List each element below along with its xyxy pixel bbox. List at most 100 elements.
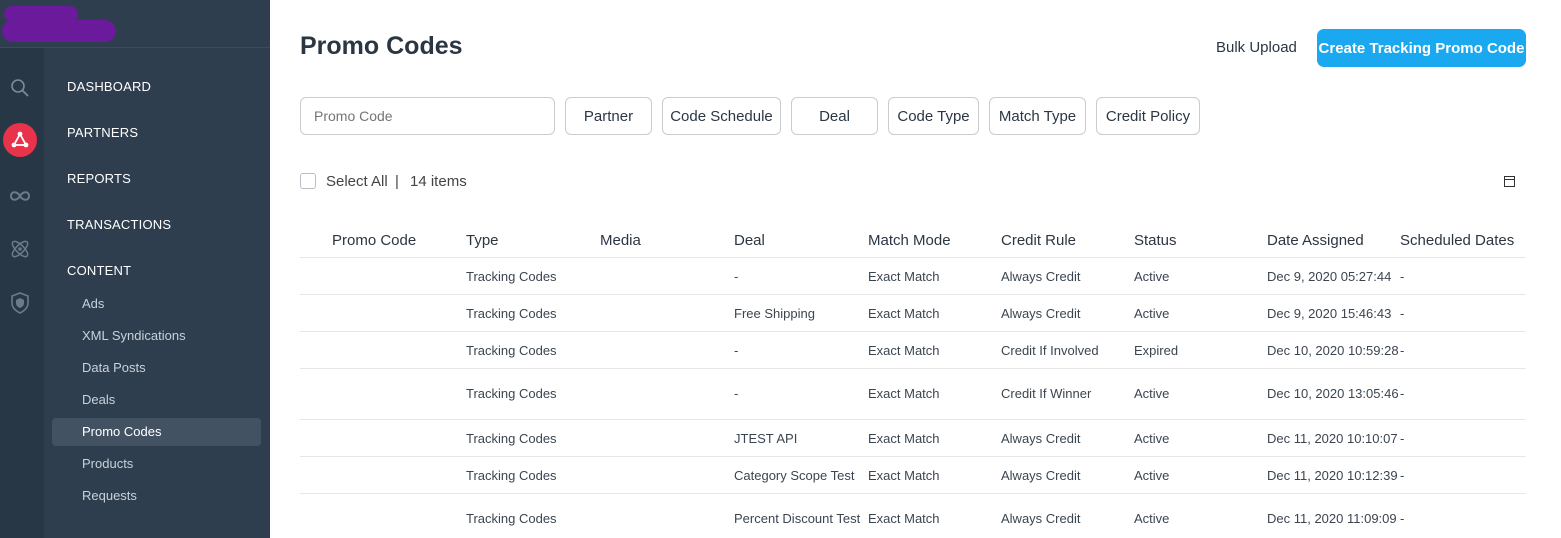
nav-sub-item-promo-codes[interactable]: Promo Codes bbox=[82, 424, 161, 439]
create-tracking-promo-code-button[interactable]: Create Tracking Promo Code bbox=[1317, 29, 1526, 67]
nav-item-dashboard[interactable]: DASHBOARD bbox=[67, 79, 151, 94]
column-header-scheduled-dates[interactable]: Scheduled Dates bbox=[1400, 232, 1514, 249]
cell-scheduled-dates: - bbox=[1400, 431, 1405, 446]
nav-sub-item-products[interactable]: Products bbox=[82, 456, 133, 471]
cell-date-assigned: Dec 11, 2020 10:10:07 bbox=[1267, 431, 1398, 446]
promo-code-search-input[interactable] bbox=[300, 97, 555, 135]
cell-match-mode: Exact Match bbox=[868, 386, 940, 401]
column-header-date-assigned[interactable]: Date Assigned bbox=[1267, 232, 1364, 249]
nav-sub-item-deals[interactable]: Deals bbox=[82, 392, 115, 407]
row-divider bbox=[300, 419, 1526, 420]
partner-filter-button[interactable]: Partner bbox=[565, 97, 652, 135]
cell-scheduled-dates: - bbox=[1400, 343, 1405, 358]
cell-status: Active bbox=[1134, 386, 1170, 401]
row-divider bbox=[300, 456, 1526, 457]
cell-scheduled-dates: - bbox=[1400, 269, 1405, 284]
cell-type: Tracking Codes bbox=[466, 306, 557, 321]
select-all-label[interactable]: Select All bbox=[326, 173, 388, 190]
side-nav: DASHBOARD PARTNERS REPORTS TRANSACTIONS … bbox=[44, 48, 270, 538]
cell-credit-rule: Credit If Involved bbox=[1001, 343, 1099, 358]
cell-status: Active bbox=[1134, 306, 1170, 321]
column-header-match-mode[interactable]: Match Mode bbox=[868, 232, 951, 249]
row-divider bbox=[300, 493, 1526, 494]
column-header-type[interactable]: Type bbox=[466, 232, 499, 249]
code-schedule-filter-button[interactable]: Code Schedule bbox=[662, 97, 781, 135]
cell-status: Active bbox=[1134, 431, 1170, 446]
partners-network-icon[interactable] bbox=[3, 123, 37, 157]
cell-deal: Category Scope Test bbox=[734, 468, 855, 483]
column-header-credit-rule[interactable]: Credit Rule bbox=[1001, 232, 1076, 249]
match-type-filter-button[interactable]: Match Type bbox=[989, 97, 1086, 135]
cell-scheduled-dates: - bbox=[1400, 511, 1405, 526]
cell-deal: Percent Discount Test bbox=[734, 511, 861, 526]
divider: | bbox=[395, 173, 399, 190]
nav-sub-item-requests[interactable]: Requests bbox=[82, 488, 137, 503]
cell-scheduled-dates: - bbox=[1400, 306, 1405, 321]
cell-credit-rule: Always Credit bbox=[1001, 468, 1081, 483]
item-count: 14 items bbox=[410, 173, 467, 190]
brand-header bbox=[0, 0, 270, 48]
atom-icon[interactable] bbox=[6, 235, 34, 263]
cell-deal: Free Shipping bbox=[734, 306, 815, 321]
cell-date-assigned: Dec 11, 2020 10:12:39 bbox=[1267, 468, 1398, 483]
cell-date-assigned: Dec 11, 2020 11:09:09 bbox=[1267, 511, 1397, 526]
row-divider bbox=[300, 257, 1526, 258]
brand-name-redacted bbox=[2, 20, 116, 42]
cell-scheduled-dates: - bbox=[1400, 468, 1405, 483]
cell-status: Active bbox=[1134, 511, 1170, 526]
row-divider bbox=[300, 331, 1526, 332]
code-type-filter-button[interactable]: Code Type bbox=[888, 97, 979, 135]
cell-scheduled-dates: - bbox=[1400, 386, 1405, 401]
shield-icon[interactable] bbox=[6, 289, 34, 317]
cell-credit-rule: Always Credit bbox=[1001, 511, 1081, 526]
cell-match-mode: Exact Match bbox=[868, 269, 940, 284]
deal-filter-button[interactable]: Deal bbox=[791, 97, 878, 135]
nav-sub-item-data-posts[interactable]: Data Posts bbox=[82, 360, 146, 375]
cell-deal: JTEST API bbox=[734, 431, 798, 446]
column-header-status[interactable]: Status bbox=[1134, 232, 1177, 249]
cell-credit-rule: Always Credit bbox=[1001, 306, 1081, 321]
cell-match-mode: Exact Match bbox=[868, 511, 940, 526]
cell-deal: - bbox=[734, 343, 739, 358]
nav-sub-item-xml-syndications[interactable]: XML Syndications bbox=[82, 328, 186, 343]
cell-status: Active bbox=[1134, 468, 1170, 483]
nav-item-content[interactable]: CONTENT bbox=[67, 263, 131, 278]
row-divider bbox=[300, 294, 1526, 295]
search-icon[interactable] bbox=[6, 74, 34, 102]
cell-match-mode: Exact Match bbox=[868, 306, 940, 321]
cell-match-mode: Exact Match bbox=[868, 468, 940, 483]
cell-status: Expired bbox=[1134, 343, 1179, 358]
cell-match-mode: Exact Match bbox=[868, 343, 940, 358]
cell-date-assigned: Dec 10, 2020 10:59:28 bbox=[1267, 343, 1399, 358]
column-settings-icon[interactable] bbox=[1504, 176, 1515, 187]
cell-type: Tracking Codes bbox=[466, 269, 557, 284]
cell-match-mode: Exact Match bbox=[868, 431, 940, 446]
cell-date-assigned: Dec 9, 2020 15:46:43 bbox=[1267, 306, 1392, 321]
nav-sub-item-ads[interactable]: Ads bbox=[82, 296, 104, 311]
cell-deal: - bbox=[734, 386, 739, 401]
column-header-promo-code[interactable]: Promo Code bbox=[332, 232, 416, 249]
cell-credit-rule: Credit If Winner bbox=[1001, 386, 1092, 401]
nav-item-reports[interactable]: REPORTS bbox=[67, 171, 131, 186]
nav-item-transactions[interactable]: TRANSACTIONS bbox=[67, 217, 171, 232]
bulk-upload-link[interactable]: Bulk Upload bbox=[1216, 39, 1297, 56]
cell-credit-rule: Always Credit bbox=[1001, 269, 1081, 284]
cell-credit-rule: Always Credit bbox=[1001, 431, 1081, 446]
infinity-icon[interactable] bbox=[6, 182, 34, 210]
column-header-media[interactable]: Media bbox=[600, 232, 641, 249]
row-divider bbox=[300, 368, 1526, 369]
nav-item-partners[interactable]: PARTNERS bbox=[67, 125, 138, 140]
select-all-checkbox[interactable] bbox=[300, 173, 316, 189]
cell-date-assigned: Dec 10, 2020 13:05:46 bbox=[1267, 386, 1399, 401]
cell-type: Tracking Codes bbox=[466, 511, 557, 526]
cell-type: Tracking Codes bbox=[466, 468, 557, 483]
page-title: Promo Codes bbox=[300, 32, 463, 60]
cell-type: Tracking Codes bbox=[466, 431, 557, 446]
cell-date-assigned: Dec 9, 2020 05:27:44 bbox=[1267, 269, 1392, 284]
column-header-deal[interactable]: Deal bbox=[734, 232, 765, 249]
cell-type: Tracking Codes bbox=[466, 386, 557, 401]
cell-deal: - bbox=[734, 269, 739, 284]
cell-type: Tracking Codes bbox=[466, 343, 557, 358]
cell-status: Active bbox=[1134, 269, 1170, 284]
credit-policy-filter-button[interactable]: Credit Policy bbox=[1096, 97, 1200, 135]
